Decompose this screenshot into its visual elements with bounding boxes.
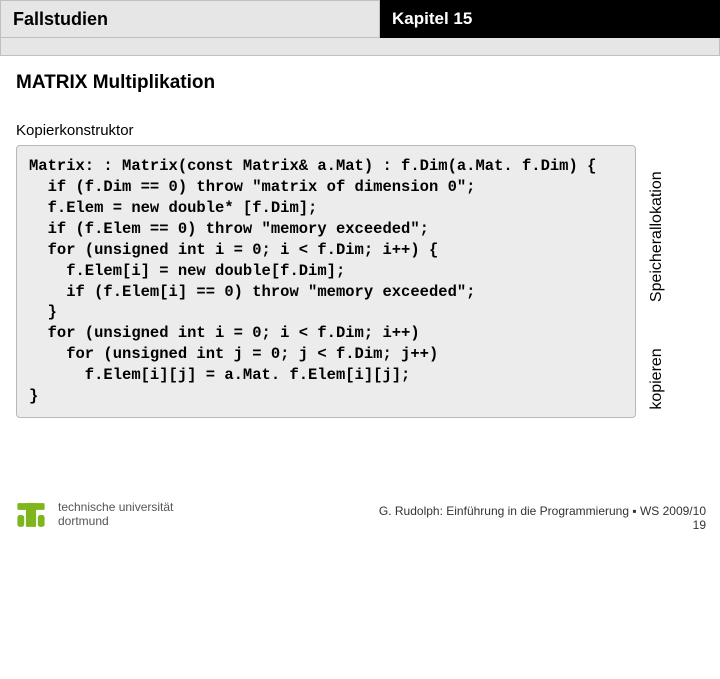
side-label-copy: kopieren — [648, 312, 666, 410]
side-label-alloc: Speicherallokation — [648, 153, 666, 302]
slide-header: Fallstudien Kapitel 15 — [0, 0, 720, 38]
footer: technische universität dortmund G. Rudol… — [14, 498, 706, 532]
uni-line1: technische universität — [58, 501, 173, 515]
content-row: Matrix: : Matrix(const Matrix& a.Mat) : … — [0, 145, 720, 418]
code-box: Matrix: : Matrix(const Matrix& a.Mat) : … — [16, 145, 636, 418]
logo-text: technische universität dortmund — [58, 501, 173, 529]
tu-logo-icon — [14, 498, 48, 532]
credit-block: G. Rudolph: Einführung in die Programmie… — [379, 504, 706, 532]
credit-line: G. Rudolph: Einführung in die Programmie… — [379, 504, 706, 518]
header-left: Fallstudien — [0, 0, 380, 38]
logo-block: technische universität dortmund — [14, 498, 173, 532]
side-labels: Speicherallokation kopieren — [642, 145, 672, 418]
page-number: 19 — [379, 518, 706, 532]
header-band — [0, 38, 720, 56]
uni-line2: dortmund — [58, 515, 173, 529]
section-title: MATRIX Multiplikation — [0, 56, 720, 104]
header-right: Kapitel 15 — [380, 0, 720, 38]
sub-title: Kopierkonstruktor — [0, 104, 720, 145]
